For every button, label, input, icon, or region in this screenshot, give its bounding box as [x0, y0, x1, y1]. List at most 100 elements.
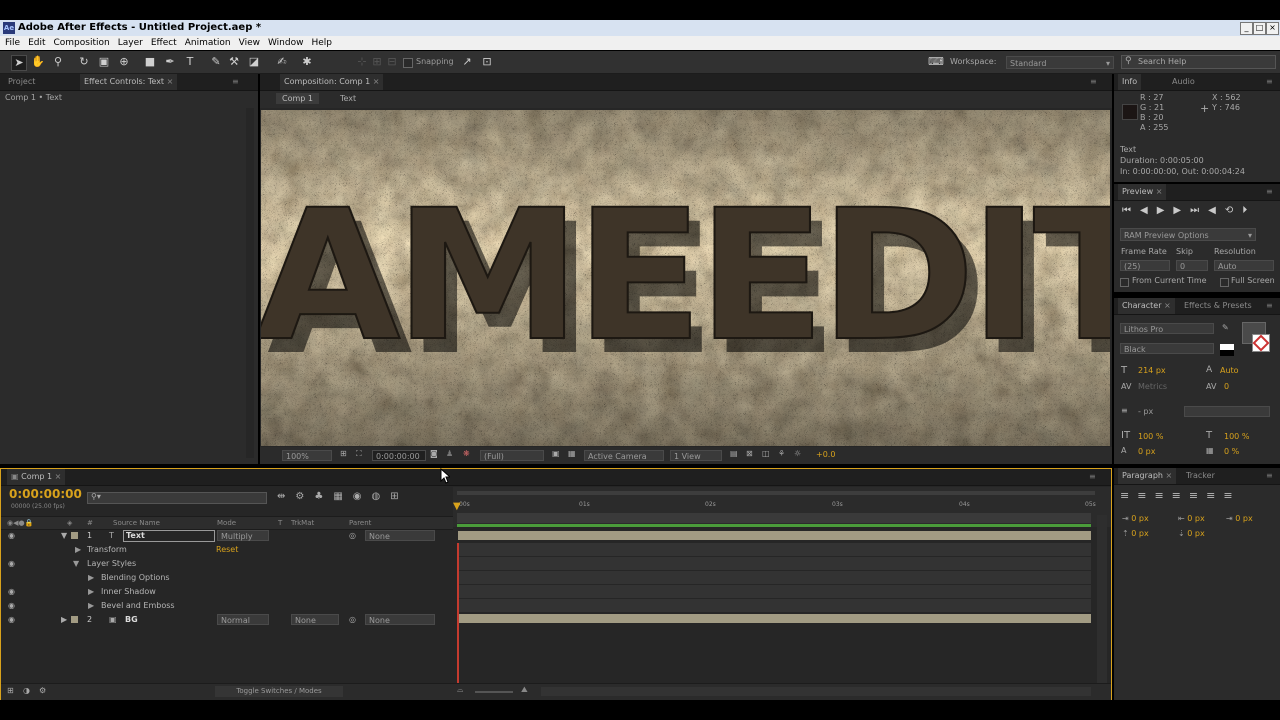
font-style-select[interactable]: Black: [1120, 343, 1214, 354]
snapshot-icon[interactable]: ◙: [430, 449, 438, 458]
pickwhip-icon[interactable]: ◎: [349, 613, 356, 626]
tab-effects-presets[interactable]: Effects & Presets: [1180, 298, 1256, 314]
motion-blur-icon[interactable]: ◉: [353, 491, 372, 502]
view-layout-select[interactable]: 1 View: [670, 450, 722, 461]
pen-tool-icon[interactable]: ✒: [163, 55, 177, 69]
in-out-icon[interactable]: ⚙: [39, 686, 46, 695]
breadcrumb-comp[interactable]: Comp 1: [276, 93, 319, 104]
close-icon[interactable]: ×: [373, 77, 380, 86]
last-frame-icon[interactable]: ⏭: [1190, 205, 1208, 216]
panel-menu-icon[interactable]: ≡: [1266, 74, 1273, 90]
draft-3d-icon[interactable]: ⚙: [295, 491, 314, 502]
axis-local-icon[interactable]: ⊹: [355, 55, 369, 69]
expand-triangle-icon[interactable]: ▼: [61, 529, 67, 542]
graph-editor-icon[interactable]: ⊞: [390, 491, 408, 502]
channel-icon[interactable]: ❋: [463, 449, 470, 458]
full-screen-checkbox[interactable]: [1220, 278, 1229, 287]
justify-left-icon[interactable]: ≡: [1172, 489, 1189, 502]
skip-select[interactable]: 0: [1176, 260, 1208, 271]
panel-menu-icon[interactable]: ≡: [1266, 184, 1273, 200]
indent-left-field[interactable]: ⇥ 0 px: [1122, 514, 1149, 523]
pan-behind-tool-icon[interactable]: ⊕: [117, 55, 131, 69]
snap-edges-icon[interactable]: ⊡: [480, 55, 494, 69]
audio-icon[interactable]: ◀: [1208, 205, 1225, 216]
menu-composition[interactable]: Composition: [54, 38, 110, 48]
timeline-icon[interactable]: ◫: [762, 449, 770, 458]
column-parent[interactable]: Parent: [349, 517, 371, 529]
font-size-value[interactable]: 214 px: [1138, 366, 1166, 375]
exposure-value[interactable]: +0.0: [816, 450, 835, 459]
blend-mode-select[interactable]: Multiply: [217, 530, 269, 541]
parent-select[interactable]: None: [365, 614, 435, 625]
label-color-swatch[interactable]: [71, 616, 78, 623]
layer-bar-bg[interactable]: [458, 614, 1091, 623]
tab-composition[interactable]: Composition: Comp 1 ×: [280, 74, 384, 90]
show-snapshot-icon[interactable]: ♟: [446, 449, 453, 458]
column-trkmat[interactable]: TrkMat: [291, 517, 314, 529]
reset-link[interactable]: Reset: [216, 543, 238, 556]
work-area[interactable]: [457, 513, 1091, 523]
kerning-value[interactable]: Metrics: [1138, 382, 1167, 391]
visibility-eye-icon[interactable]: ◉: [8, 557, 15, 570]
menu-animation[interactable]: Animation: [185, 38, 231, 48]
expand-triangle-icon[interactable]: ▼: [73, 557, 79, 570]
time-navigator[interactable]: [457, 491, 1095, 495]
ram-preview-icon[interactable]: ⏵: [1242, 205, 1256, 216]
camera-select[interactable]: Active Camera: [584, 450, 664, 461]
align-left-icon[interactable]: ≡: [1120, 489, 1137, 502]
tab-project[interactable]: Project: [4, 74, 39, 90]
visibility-eye-icon[interactable]: ◉: [8, 585, 15, 598]
tracking-value[interactable]: 0: [1224, 382, 1229, 391]
panel-menu-icon[interactable]: ≡: [1266, 468, 1273, 484]
search-help-input[interactable]: ⚲ Search Help: [1121, 55, 1276, 69]
stroke-width-value[interactable]: - px: [1138, 407, 1153, 416]
current-time-indicator[interactable]: [457, 543, 459, 683]
workspace-select[interactable]: Standard ▾: [1006, 56, 1114, 69]
column-source-name[interactable]: Source Name: [113, 517, 160, 529]
zoom-slider[interactable]: [475, 691, 513, 693]
prop-transform[interactable]: ▶ Transform Reset: [1, 543, 453, 556]
tab-paragraph[interactable]: Paragraph ×: [1118, 468, 1177, 484]
menu-layer[interactable]: Layer: [118, 38, 143, 48]
expand-triangle-icon[interactable]: ▶: [61, 613, 67, 626]
menu-window[interactable]: Window: [268, 38, 304, 48]
zoom-out-icon[interactable]: ⌓: [457, 685, 463, 695]
scrollbar[interactable]: [246, 108, 254, 458]
align-center-icon[interactable]: ≡: [1137, 489, 1154, 502]
font-family-select[interactable]: Lithos Pro: [1120, 323, 1214, 334]
resolution-select[interactable]: Auto: [1214, 260, 1274, 271]
zoom-in-icon[interactable]: ⛰: [521, 685, 528, 695]
prop-inner-shadow[interactable]: ◉ ▶ Inner Shadow: [1, 585, 453, 598]
black-swatch[interactable]: [1220, 350, 1234, 356]
indent-first-field[interactable]: ⇥ 0 px: [1226, 514, 1253, 523]
toggle-switches-modes-button[interactable]: Toggle Switches / Modes: [215, 686, 343, 697]
brush-tool-icon[interactable]: ✎: [209, 55, 223, 69]
resolution-select[interactable]: (Full): [480, 450, 544, 461]
visibility-eye-icon[interactable]: ◉: [8, 613, 15, 626]
close-icon[interactable]: ×: [55, 472, 62, 481]
trkmat-select[interactable]: None: [291, 614, 339, 625]
loop-icon[interactable]: ⟲: [1225, 205, 1242, 216]
stroke-color-swatch[interactable]: [1252, 334, 1270, 352]
first-frame-icon[interactable]: ⏮: [1122, 205, 1140, 216]
layer-search-input[interactable]: ⚲▾: [87, 492, 267, 504]
maximize-button[interactable]: □: [1253, 22, 1266, 35]
next-frame-icon[interactable]: ▶: [1173, 205, 1190, 216]
minimize-button[interactable]: _: [1240, 22, 1253, 35]
brainstorm-icon[interactable]: ◍: [372, 491, 391, 502]
tab-comp-1[interactable]: ▣ Comp 1 ×: [7, 469, 66, 485]
from-current-checkbox[interactable]: [1120, 278, 1129, 287]
menu-file[interactable]: File: [5, 38, 20, 48]
expand-triangle-icon[interactable]: ▶: [75, 543, 81, 556]
clone-stamp-tool-icon[interactable]: ⚒: [227, 55, 241, 69]
label-color-swatch[interactable]: [71, 532, 78, 539]
snap-feather-icon[interactable]: ↗: [460, 55, 474, 69]
tab-effect-controls[interactable]: Effect Controls: Text ×: [80, 74, 178, 90]
menu-effect[interactable]: Effect: [151, 38, 177, 48]
breadcrumb-layer[interactable]: Text: [340, 94, 356, 103]
panel-menu-icon[interactable]: ≡: [1089, 469, 1096, 485]
visibility-eye-icon[interactable]: ◉: [8, 599, 15, 612]
camera-tool-icon[interactable]: ▣: [97, 55, 111, 69]
horizontal-scrollbar[interactable]: [541, 687, 1091, 696]
layer-row-bg[interactable]: ◉ ▶ 2 ▣ BG Normal None ◎ None: [1, 613, 453, 626]
